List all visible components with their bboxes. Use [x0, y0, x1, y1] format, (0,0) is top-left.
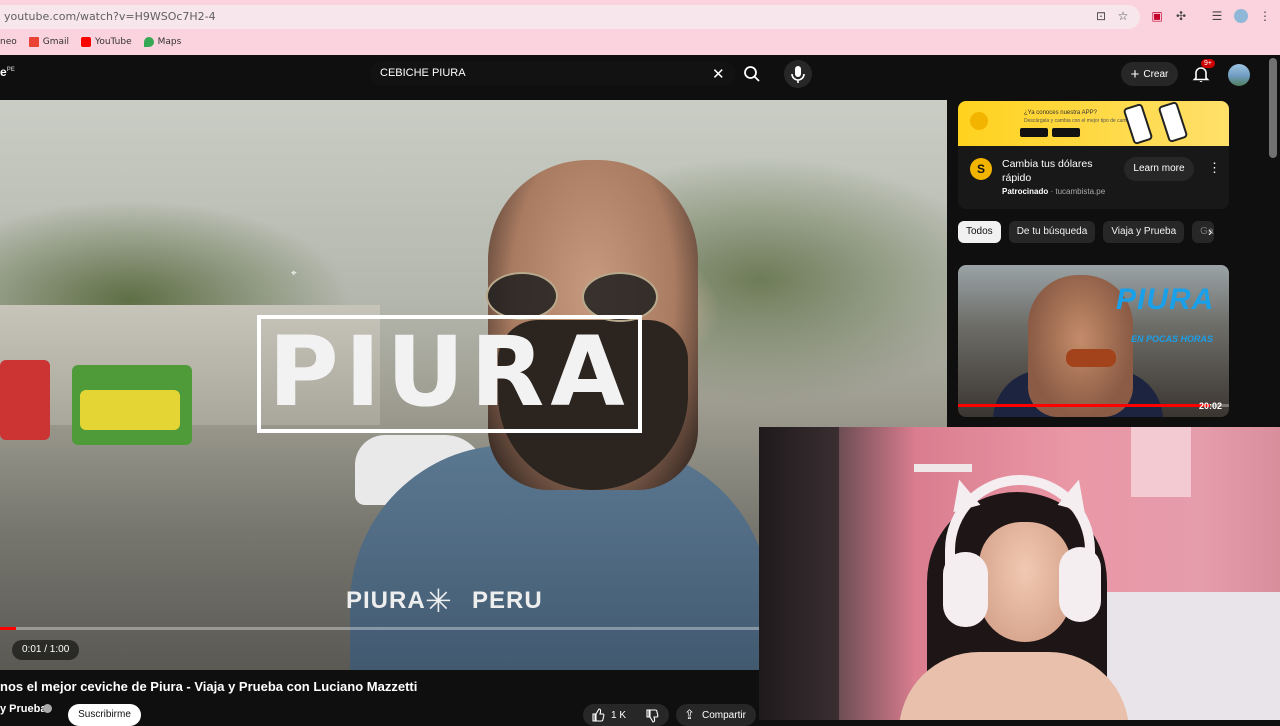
logo-region: PE: [6, 67, 15, 73]
gmail-icon: [28, 37, 39, 47]
logo-text: e: [0, 65, 7, 79]
scrollbar[interactable]: [1269, 58, 1277, 158]
share-label: Compartir: [702, 710, 746, 721]
maps-icon: [143, 37, 154, 47]
more-options-icon[interactable]: ⋮: [1208, 160, 1221, 176]
recommended-video-thumbnail[interactable]: PIURA EN POCAS HORAS 20:02: [958, 265, 1229, 417]
url-text: youtube.com/watch?v=H9WSOc7H2-4: [4, 10, 216, 23]
microphone-icon: [791, 66, 805, 83]
progress-fill: [0, 627, 17, 630]
wall-poster: [1131, 427, 1191, 497]
ad-title[interactable]: Cambia tus dólares rápido: [1002, 157, 1112, 185]
search-icon: [744, 66, 760, 82]
channel-name[interactable]: y Prueba: [0, 703, 46, 715]
extension-m-icon[interactable]: ▣: [1150, 9, 1164, 23]
notification-badge: 9+: [1201, 59, 1215, 68]
ad-banner-subtext: Descárgala y cambia con el mejor tipo de…: [1024, 118, 1134, 124]
thumb-food: [1066, 349, 1116, 367]
ad-meta: Patrocinado · tucambista.pe: [1002, 187, 1106, 196]
video-title: nos el mejor ceviche de Piura - Viaja y …: [0, 679, 418, 694]
filter-chips: Todos De tu búsqueda Viaja y Prueba Ga: [958, 221, 1215, 243]
video-title-overlay: PIURA: [268, 316, 631, 428]
watched-progress: [958, 404, 1229, 407]
headphone-left: [943, 552, 988, 627]
like-dislike-group: 1 K: [583, 704, 669, 726]
chevron-right-icon[interactable]: ›: [1208, 224, 1212, 239]
bookmark-item[interactable]: neo: [0, 34, 17, 50]
install-icon[interactable]: ⊡: [1094, 9, 1108, 23]
verified-icon: [43, 704, 52, 713]
learn-more-button[interactable]: Learn more: [1124, 157, 1194, 181]
create-label: Crear: [1143, 68, 1169, 80]
bookmark-label: Maps: [157, 37, 182, 47]
subtitle-right: PERU: [472, 587, 543, 614]
chip-de-tu-busqueda[interactable]: De tu búsqueda: [1008, 221, 1096, 243]
sunglasses-left: [486, 272, 558, 320]
youtube-header: ePE CEBICHE PIURA ✕ + Crear 9+: [0, 55, 1280, 100]
chip-todos[interactable]: Todos: [958, 221, 1001, 243]
youtube-logo[interactable]: ePE: [0, 65, 15, 79]
phone-illustration: [1157, 101, 1189, 144]
google-play-badge-icon: [1020, 128, 1048, 137]
voice-search-button[interactable]: [784, 60, 812, 88]
bookmark-label: YouTube: [95, 37, 132, 47]
share-icon: ⇪: [684, 707, 695, 722]
watched-progress-fill: [958, 404, 1211, 407]
bookmark-label: Gmail: [42, 37, 70, 47]
menu-icon[interactable]: ⋮: [1258, 9, 1272, 23]
bookmarks-bar: neo Gmail YouTube Maps: [0, 34, 181, 50]
chip-viaja-y-prueba[interactable]: Viaja y Prueba: [1103, 221, 1185, 243]
ad-card[interactable]: S Cambia tus dólares rápido Patrocinado …: [958, 146, 1229, 209]
subscribe-button[interactable]: Suscribirme: [68, 704, 141, 726]
clear-search-icon[interactable]: ✕: [712, 65, 725, 83]
shelf: [914, 464, 972, 472]
puzzle-icon[interactable]: ✣: [1174, 9, 1188, 23]
coin-icon: [970, 112, 988, 130]
media-queue-icon[interactable]: ☰: [1210, 9, 1224, 23]
bookmark-gmail[interactable]: Gmail: [28, 34, 70, 50]
bookmark-maps[interactable]: Maps: [143, 34, 182, 50]
phone-illustration: [1122, 102, 1154, 146]
graffiti: [0, 360, 50, 440]
bookmark-youtube[interactable]: YouTube: [81, 34, 132, 50]
plus-icon: +: [1130, 65, 1140, 83]
browser-chrome: youtube.com/watch?v=H9WSOc7H2-4 ⊡ ☆ ▣ ✣ …: [0, 0, 1280, 55]
sparkle-icon: ✳: [425, 583, 452, 619]
search-button[interactable]: [740, 62, 764, 86]
graffiti: [80, 390, 180, 430]
video-duration: 20:02: [1199, 401, 1223, 411]
create-button[interactable]: + Crear: [1121, 62, 1178, 86]
bookmark-label: neo: [0, 37, 17, 47]
search-bar[interactable]: CEBICHE PIURA ✕: [370, 62, 736, 86]
webcam-overlay: [759, 427, 1280, 720]
address-bar[interactable]: youtube.com/watch?v=H9WSOc7H2-4: [0, 5, 1140, 29]
share-button[interactable]: ⇪ Compartir: [676, 704, 756, 726]
headphone-right: [1059, 547, 1101, 622]
youtube-icon: [81, 37, 92, 47]
thumbnail-subtitle: EN POCAS HORAS: [1131, 334, 1214, 344]
sponsored-label: Patrocinado: [1002, 187, 1049, 196]
profile-icon[interactable]: [1234, 9, 1248, 23]
mouse-cursor-icon: ⌖: [291, 268, 297, 279]
ad-domain: tucambista.pe: [1055, 187, 1106, 196]
advertiser-logo: S: [970, 158, 992, 180]
app-store-badge-icon: [1052, 128, 1080, 137]
search-input[interactable]: CEBICHE PIURA: [380, 67, 466, 79]
like-count: 1 K: [611, 710, 627, 721]
ad-banner-image[interactable]: ¿Ya conoces nuestra APP? Descárgala y ca…: [958, 101, 1229, 146]
subtitle-left: PIURA: [346, 587, 426, 614]
thumbnail-title: PIURA: [1116, 283, 1215, 316]
star-icon[interactable]: ☆: [1116, 9, 1130, 23]
time-display: 0:01 / 1:00: [12, 640, 80, 660]
ad-banner-text: ¿Ya conoces nuestra APP?: [1024, 110, 1097, 116]
avatar[interactable]: [1228, 64, 1250, 86]
wardrobe: [759, 427, 839, 720]
thumbs-down-icon[interactable]: [645, 709, 659, 723]
